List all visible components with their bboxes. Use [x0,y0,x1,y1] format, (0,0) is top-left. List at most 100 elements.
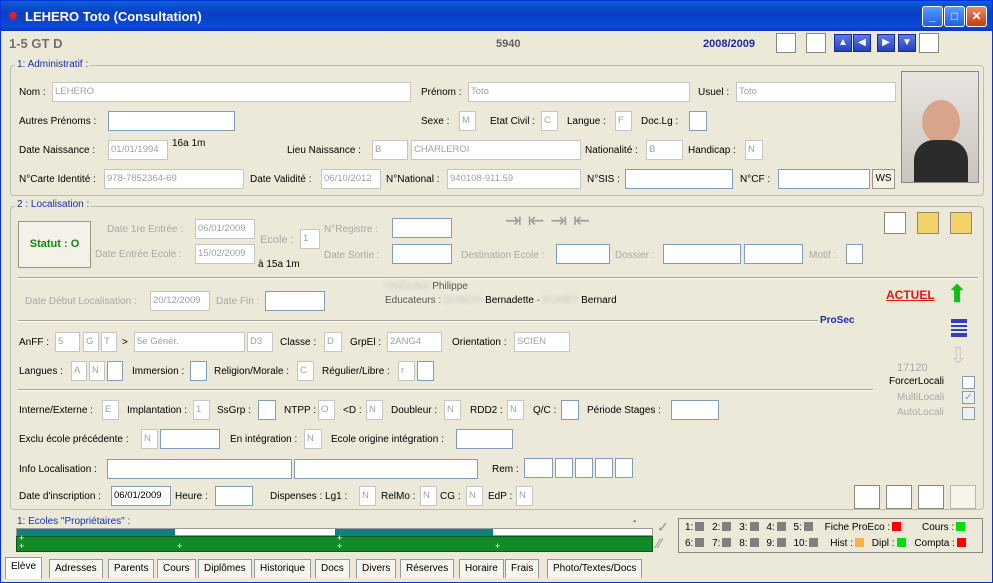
anff-desc-field[interactable]: 5e Génér. [134,332,245,352]
rem-field-2[interactable] [555,458,573,478]
inscription-field[interactable]: 06/01/2009 [111,486,171,506]
regulier-field-2[interactable] [417,361,434,381]
title-bar[interactable]: ✸ LEHERO Toto (Consultation) _ □ ✕ [1,1,992,31]
tab-eleve[interactable]: Elève [5,557,43,579]
info-field-2[interactable] [294,459,478,479]
rem-field-1[interactable] [524,458,553,478]
ecole-field[interactable]: 1 [300,229,320,249]
tab-diplomes[interactable]: Diplômes [198,559,252,578]
tab-horaire[interactable]: Horaire [459,559,504,578]
date-1re-entree-field[interactable]: 06/01/2009 [195,219,255,239]
info-field-1[interactable] [107,459,292,479]
autres-prenoms-field[interactable] [108,111,235,131]
rem-field-3[interactable] [575,458,593,478]
classe-field[interactable]: D [324,332,342,352]
tab-docs[interactable]: Docs [315,559,350,578]
periode-field[interactable] [671,400,719,420]
exclu-field[interactable]: N [141,429,158,449]
down-arrow-icon[interactable]: ⇩ [949,345,971,368]
print-icon[interactable] [806,33,826,53]
first-record-icon[interactable]: ▲ [834,34,852,52]
plus-icon-5[interactable]: + [337,541,342,551]
minimize-button[interactable]: _ [922,6,943,27]
search-icon[interactable] [854,485,880,509]
registre-field[interactable] [392,218,452,238]
lg1-field[interactable]: N [359,486,376,506]
ntpp-field[interactable]: O [318,400,335,420]
next-record-icon[interactable]: ▶ [877,34,895,52]
forcer-checkbox[interactable] [962,376,975,389]
carte-identite-field[interactable]: 978-7852364-69 [104,169,244,189]
prenom-field[interactable]: Toto [468,82,690,102]
ssgrp-field[interactable] [258,400,276,420]
date-validite-field[interactable]: 06/10/2012 [321,169,381,189]
ws-button[interactable]: WS [872,169,895,189]
cg-field[interactable]: N [466,486,483,506]
date-debut-field[interactable]: 20/12/2009 [150,291,210,311]
anff-field-3[interactable]: T [101,332,117,352]
rem-field-5[interactable] [615,458,633,478]
tab-parents[interactable]: Parents [108,559,155,578]
plus-icon-6[interactable]: + [495,541,500,551]
tab-adresses[interactable]: Adresses [49,559,103,578]
langue-field-3[interactable] [107,361,123,381]
lieu-code-field[interactable]: B [372,140,408,160]
immersion-field[interactable] [190,361,207,381]
cf-field[interactable] [778,169,870,189]
statut-button[interactable]: Statut : O [18,221,91,268]
national-field[interactable]: 940108-911.59 [447,169,581,189]
plus-icon-4[interactable]: + [177,541,182,551]
langue-field-1[interactable]: A [71,361,87,381]
recycle-icon[interactable] [918,485,944,509]
doclg-field[interactable] [689,111,707,131]
multi-checkbox[interactable]: ✓ [962,391,975,404]
date-entree-ecole-field[interactable]: 15/02/2009 [195,244,255,264]
ecoles-bar-top[interactable] [16,528,653,536]
list-lines-icon[interactable] [951,319,967,337]
interne-field[interactable]: E [102,400,119,420]
anff-field-1[interactable]: 5 [55,332,80,352]
rem-field-4[interactable] [595,458,613,478]
tab-historique[interactable]: Historique [254,559,312,578]
door-icons[interactable]: ⇥⇤⇥⇤ [505,208,639,234]
usuel-field[interactable]: Toto [736,82,896,102]
anff-code-field[interactable]: D3 [247,332,273,352]
date-naissance-field[interactable]: 01/01/1994 [108,140,168,160]
handicap-field[interactable]: N [745,140,763,160]
previous-record-icon[interactable]: ◀ [853,34,871,52]
sis-field[interactable] [625,169,733,189]
document-red-icon[interactable] [917,212,939,234]
regulier-field[interactable]: r [398,361,415,381]
langue-field-2[interactable]: N [89,361,105,381]
tab-cours[interactable]: Cours [157,559,196,578]
exclu-detail-field[interactable] [160,429,220,449]
relmo-field[interactable]: N [420,486,437,506]
close-button[interactable]: ✕ [966,6,987,27]
up-arrow-icon[interactable]: ⬆ [947,283,971,308]
calculator-icon[interactable] [884,212,906,234]
ecoles-bar-bottom[interactable]: + + + + + + [16,533,653,552]
document-orange-icon[interactable] [950,212,972,234]
dossier-field-2[interactable] [744,244,803,264]
orientation-field[interactable]: SCIEN [514,332,570,352]
sexe-field[interactable]: M [459,111,476,131]
check-icons[interactable]: ✓ ⁄⁄ [657,519,675,553]
heure-field[interactable] [215,486,253,506]
integration-field[interactable]: N [304,429,322,449]
tab-reserves[interactable]: Réserves [400,559,455,578]
actuel-link[interactable]: ACTUEL [886,288,935,302]
edit-icon[interactable] [776,33,796,53]
anff-field-2[interactable]: G [83,332,99,352]
phone-icon[interactable] [886,485,912,509]
implantation-field[interactable]: 1 [193,400,210,420]
nom-field[interactable]: LEHERO [52,82,411,102]
auto-checkbox[interactable] [962,407,975,420]
motif-field[interactable] [846,244,863,264]
etat-civil-field[interactable]: C [541,111,558,131]
dossier-field-1[interactable] [663,244,741,264]
nationalite-field[interactable]: B [646,140,683,160]
tab-photo[interactable]: Photo/Textes/Docs [547,559,643,578]
religion-field[interactable]: C [297,361,314,381]
qc-field[interactable] [561,400,579,420]
list-icon[interactable] [919,33,939,53]
